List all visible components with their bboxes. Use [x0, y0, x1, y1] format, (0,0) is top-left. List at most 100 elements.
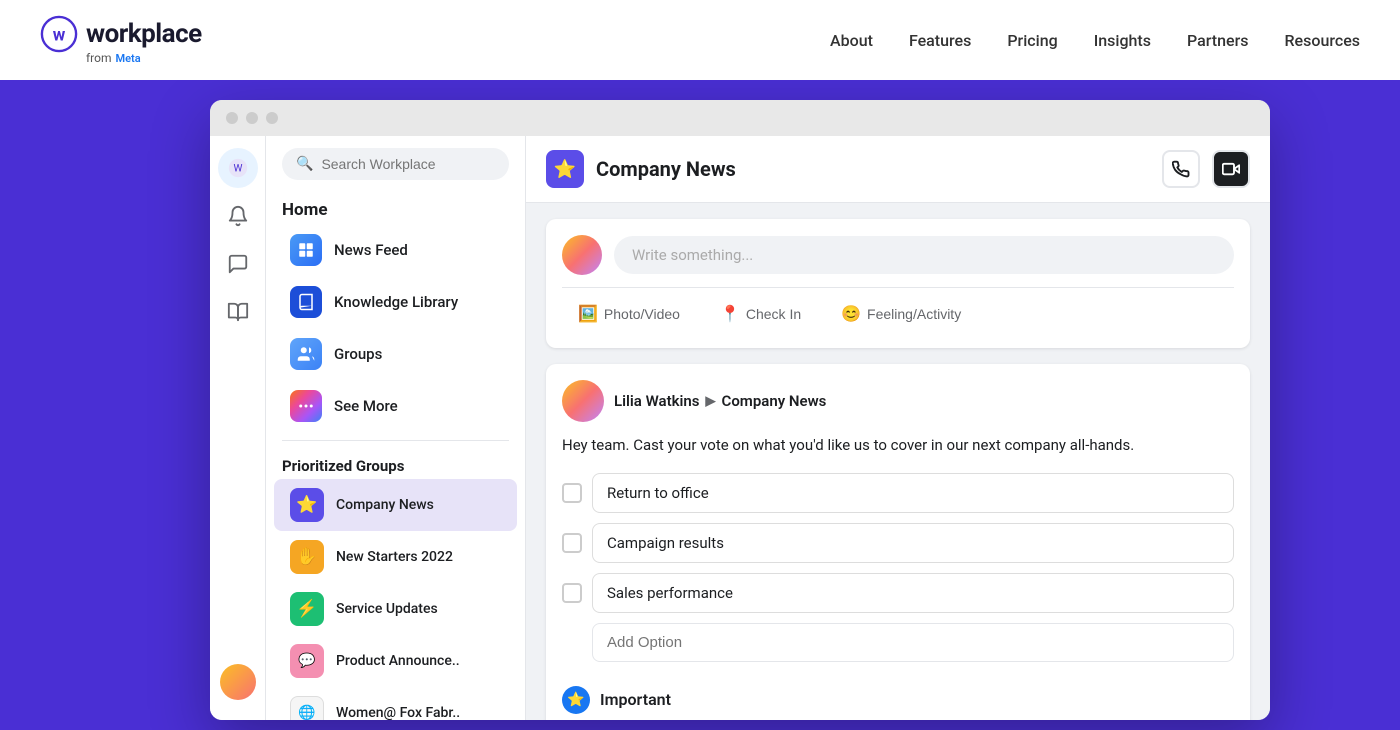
post-author-arrow: ▶	[706, 394, 716, 409]
knowledge-icon	[290, 286, 322, 318]
svg-text:w: w	[53, 25, 66, 45]
poll-checkbox-2[interactable]	[562, 533, 582, 553]
newsfeed-icon	[290, 234, 322, 266]
search-input[interactable]	[321, 156, 495, 172]
browser-chrome	[210, 100, 1270, 136]
group-item-product[interactable]: 💬 Product Announce..	[274, 635, 517, 687]
video-button[interactable]	[1212, 150, 1250, 188]
post-channel-link[interactable]: Company News	[722, 392, 827, 410]
poll-checkbox-1[interactable]	[562, 483, 582, 503]
svg-text:W: W	[233, 164, 242, 175]
product-announce-icon: 💬	[290, 644, 324, 678]
channel-header: ⭐ Company News	[526, 136, 1270, 203]
seemore-icon	[290, 390, 322, 422]
create-post-card: Write something... 🖼️ Photo/Video 📍 Chec…	[546, 219, 1250, 348]
post-author-avatar	[562, 380, 604, 422]
nav-item-groups[interactable]: Groups	[274, 328, 517, 380]
post-body: Hey team. Cast your vote on what you'd l…	[562, 434, 1234, 457]
new-starters-icon: ✋	[290, 540, 324, 574]
nav-item-newsfeed[interactable]: News Feed	[274, 224, 517, 276]
feed-area: Write something... 🖼️ Photo/Video 📍 Chec…	[526, 203, 1270, 720]
nav-pricing[interactable]: Pricing	[1007, 31, 1057, 50]
phone-button[interactable]	[1162, 150, 1200, 188]
nav-item-groups-label: Groups	[334, 345, 382, 363]
create-post-top: Write something...	[562, 235, 1234, 275]
sidebar-book-icon[interactable]	[218, 292, 258, 332]
important-icon: ⭐	[562, 686, 590, 714]
nav-features[interactable]: Features	[909, 31, 971, 50]
post-card: Lilia Watkins ▶ Company News Hey team. C…	[546, 364, 1250, 720]
top-navigation: w workplace from Meta About Features Pri…	[0, 0, 1400, 80]
nav-insights[interactable]: Insights	[1094, 31, 1151, 50]
post-input[interactable]: Write something...	[614, 236, 1234, 274]
icon-sidebar: W	[210, 136, 266, 720]
main-content: ⭐ Company News	[526, 136, 1270, 720]
section-divider	[282, 440, 509, 441]
poll-option-text-2: Campaign results	[592, 523, 1234, 563]
logo-text: workplace	[86, 19, 202, 49]
sidebar-home-icon[interactable]: W	[218, 148, 258, 188]
company-news-label: Company News	[336, 497, 434, 513]
add-option-input[interactable]	[592, 623, 1234, 662]
browser-dot-1	[226, 112, 238, 124]
nav-about[interactable]: About	[830, 31, 873, 50]
poll-option-text-1: Return to office	[592, 473, 1234, 513]
channel-icon: ⭐	[546, 150, 584, 188]
meta-logo: Meta	[116, 52, 141, 65]
nav-item-newsfeed-label: News Feed	[334, 241, 408, 259]
user-avatar-sidebar[interactable]	[220, 664, 256, 700]
service-updates-label: Service Updates	[336, 601, 438, 617]
current-user-avatar	[562, 235, 602, 275]
channel-title: Company News	[596, 157, 736, 181]
nav-item-seemore-label: See More	[334, 397, 398, 415]
search-icon: 🔍	[296, 156, 313, 172]
workplace-logo-icon: w	[40, 15, 78, 53]
home-section-title: Home	[266, 192, 525, 224]
sidebar-bell-icon[interactable]	[218, 196, 258, 236]
logo-area: w workplace from Meta	[40, 15, 202, 65]
app-layout: W	[210, 136, 1270, 720]
poll-option-text-3: Sales performance	[592, 573, 1234, 613]
group-item-new-starters[interactable]: ✋ New Starters 2022	[274, 531, 517, 583]
logo-main: w workplace	[40, 15, 202, 53]
feeling-button[interactable]: 😊 Feeling/Activity	[825, 296, 977, 332]
women-fox-icon: 🌐	[290, 696, 324, 720]
post-header: Lilia Watkins ▶ Company News	[562, 380, 1234, 422]
poll-option-1: Return to office	[562, 473, 1234, 513]
nav-links: About Features Pricing Insights Partners…	[830, 31, 1360, 50]
groups-icon	[290, 338, 322, 370]
checkin-button[interactable]: 📍 Check In	[704, 296, 817, 332]
poll-option-2: Campaign results	[562, 523, 1234, 563]
checkin-icon: 📍	[720, 304, 740, 324]
nav-partners[interactable]: Partners	[1187, 31, 1249, 50]
nav-item-knowledge[interactable]: Knowledge Library	[274, 276, 517, 328]
browser-dot-3	[266, 112, 278, 124]
logo-sub: from Meta	[86, 51, 141, 65]
post-author-info: Lilia Watkins ▶ Company News	[614, 392, 826, 410]
group-item-service-updates[interactable]: ⚡ Service Updates	[274, 583, 517, 635]
add-option-row	[562, 623, 1234, 662]
important-section: ⭐ Important	[562, 678, 1234, 714]
search-input-wrap: 🔍	[282, 148, 509, 180]
header-actions	[1162, 150, 1250, 188]
sidebar-chat-icon[interactable]	[218, 244, 258, 284]
group-item-women[interactable]: 🌐 Women@ Fox Fabr..	[274, 687, 517, 720]
poll-option-3: Sales performance	[562, 573, 1234, 613]
create-post-actions: 🖼️ Photo/Video 📍 Check In 😊 Feeling/Acti…	[562, 287, 1234, 332]
channel-name-area: ⭐ Company News	[546, 150, 736, 188]
service-updates-icon: ⚡	[290, 592, 324, 626]
photo-video-icon: 🖼️	[578, 304, 598, 324]
group-item-company-news[interactable]: ⭐ Company News	[274, 479, 517, 531]
product-announce-label: Product Announce..	[336, 653, 460, 669]
nav-item-seemore[interactable]: See More	[274, 380, 517, 432]
photo-video-button[interactable]: 🖼️ Photo/Video	[562, 296, 696, 332]
nav-resources[interactable]: Resources	[1284, 31, 1360, 50]
poll-checkbox-3[interactable]	[562, 583, 582, 603]
nav-item-knowledge-label: Knowledge Library	[334, 293, 458, 311]
women-fox-label: Women@ Fox Fabr..	[336, 705, 460, 720]
left-panel: 🔍 Home News Feed Knowledge Library	[266, 136, 526, 720]
company-news-icon: ⭐	[290, 488, 324, 522]
new-starters-label: New Starters 2022	[336, 549, 453, 565]
browser-dot-2	[246, 112, 258, 124]
search-bar: 🔍	[282, 148, 509, 180]
